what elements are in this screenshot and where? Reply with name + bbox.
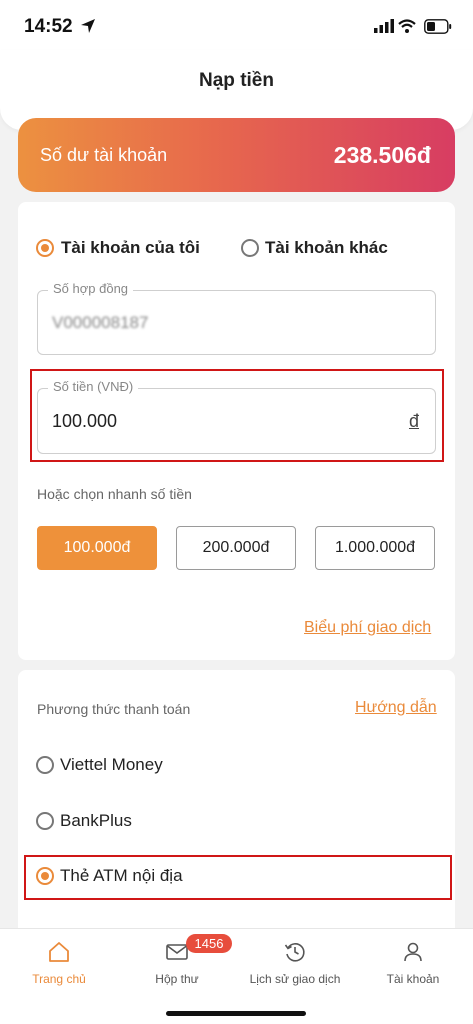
radio-bankplus[interactable] <box>36 812 54 830</box>
bottom-tab-bar: Trang chủ Hộp thư Lịch sử giao dịch Tài … <box>0 928 473 1024</box>
tab-account-label: Tài khoản <box>386 972 440 986</box>
quick-amount-1000000[interactable]: 1.000.000đ <box>315 526 435 570</box>
page-title: Nạp tiền <box>199 70 274 91</box>
radio-my-account-label[interactable]: Tài khoản của tôi <box>61 238 200 258</box>
balance-value: 238.506đ <box>333 142 431 168</box>
home-indicator <box>166 1011 306 1016</box>
fee-schedule-link[interactable]: Biểu phí giao dịch <box>304 619 431 637</box>
tab-history[interactable]: Lịch sử giao dịch <box>236 929 354 999</box>
radio-other-account-label[interactable]: Tài khoản khác <box>265 238 388 258</box>
atm-highlight-box <box>24 855 452 900</box>
contract-number-field[interactable]: Số hợp đồng V000008187 <box>37 281 436 355</box>
tab-history-label: Lịch sử giao dịch <box>249 972 341 986</box>
signal-icon <box>374 19 394 33</box>
balance-card: Số dư tài khoản 238.506đ <box>18 118 455 192</box>
balance-label: Số dư tài khoản <box>40 145 168 165</box>
tab-inbox-label: Hộp thư <box>155 972 199 986</box>
guide-link[interactable]: Hướng dẫn <box>355 699 437 717</box>
tab-home[interactable]: Trang chủ <box>0 929 118 999</box>
inbox-badge: 1456 <box>186 934 232 953</box>
payment-method-title: Phương thức thanh toán <box>37 701 191 717</box>
location-arrow-icon <box>81 19 95 33</box>
contract-number-value: V000008187 <box>52 313 149 332</box>
home-icon <box>49 942 69 962</box>
tab-account[interactable]: Tài khoản <box>354 929 472 999</box>
viettel-money-label[interactable]: Viettel Money <box>60 755 163 775</box>
wifi-icon <box>398 19 416 33</box>
quick-amount-200000[interactable]: 200.000đ <box>176 526 296 570</box>
bankplus-label[interactable]: BankPlus <box>60 811 132 831</box>
status-bar: 14:52 <box>0 0 473 50</box>
status-time: 14:52 <box>24 16 73 37</box>
amount-highlight-box <box>30 369 444 462</box>
radio-other-account[interactable] <box>241 239 259 257</box>
quick-amount-label: Hoặc chọn nhanh số tiền <box>37 486 192 502</box>
user-icon <box>404 942 422 962</box>
radio-viettel-money[interactable] <box>36 756 54 774</box>
contract-number-label: Số hợp đồng <box>48 281 134 296</box>
radio-my-account[interactable] <box>36 239 54 257</box>
tab-home-label: Trang chủ <box>32 972 86 986</box>
battery-icon <box>424 19 452 34</box>
quick-amount-100000[interactable]: 100.000đ <box>37 526 157 570</box>
history-icon <box>284 943 305 962</box>
